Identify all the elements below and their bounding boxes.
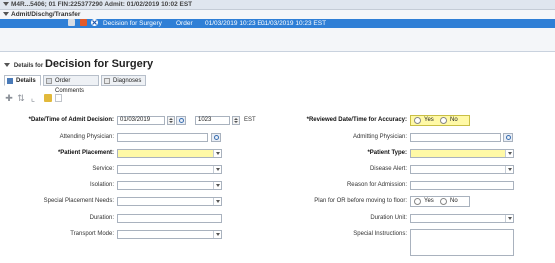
calendar-icon[interactable] — [176, 116, 186, 125]
isolation-label: Isolation: — [89, 182, 114, 188]
collapse-icon[interactable] — [3, 2, 9, 7]
details-header: Details for Decision for Surgery — [4, 57, 153, 71]
duration-field[interactable] — [117, 214, 222, 223]
order-name: Decision for Surgery — [103, 20, 162, 27]
no-label: No — [450, 198, 458, 204]
chevron-down-icon[interactable] — [213, 231, 221, 238]
service-label: Service: — [92, 166, 114, 172]
document-icon — [68, 19, 75, 26]
chevron-down-icon[interactable] — [505, 215, 513, 222]
chevron-down-icon[interactable] — [213, 182, 221, 189]
time-zone: EST — [244, 117, 256, 123]
order-row-selected[interactable]: Decision for Surgery Order 01/03/2019 10… — [0, 19, 555, 28]
search-icon[interactable] — [503, 133, 513, 142]
chevron-down-icon[interactable] — [505, 150, 513, 157]
admit-date-field[interactable]: 01/03/2019 — [117, 116, 165, 125]
special-placement-select[interactable] — [117, 197, 222, 206]
reason-label: Reason for Admission: — [346, 182, 407, 188]
cancel-icon[interactable] — [91, 19, 98, 26]
duration-label: Duration: — [89, 215, 114, 221]
order-type: Order — [176, 20, 193, 27]
service-select[interactable] — [117, 165, 222, 174]
attending-field[interactable] — [117, 133, 208, 142]
disease-alert-select[interactable] — [410, 165, 514, 174]
chevron-down-icon[interactable] — [213, 198, 221, 205]
reviewed-yes-radio[interactable] — [414, 117, 421, 124]
special-placement-label: Special Placement Needs: — [43, 198, 114, 204]
split-icon[interactable]: ⇅ — [16, 93, 26, 103]
plan-or-no-radio[interactable] — [440, 198, 447, 205]
order-end: 01/03/2019 10:23 EST — [261, 20, 327, 27]
section-label: Admit/Dischg/Transfer — [11, 11, 81, 18]
duration-unit-label: Duration Unit: — [370, 215, 407, 221]
patient-type-select[interactable] — [410, 149, 514, 158]
flag-icon[interactable] — [44, 94, 52, 102]
order-header-area: M4R...5406; 01 FIN:225377290 Admit: 01/0… — [0, 0, 555, 52]
transport-label: Transport Mode: — [70, 231, 114, 237]
list-icon[interactable] — [55, 94, 62, 102]
date-spinner[interactable] — [167, 116, 175, 125]
chevron-down-icon[interactable] — [505, 166, 513, 173]
order-start: 01/03/2019 10:23 E... — [205, 20, 268, 27]
order-detail-form: *Date/Time of Admit Decision: 01/03/2019… — [0, 112, 555, 263]
patient-banner-text: M4R...5406; 01 FIN:225377290 Admit: 01/0… — [11, 1, 193, 8]
tab-diagnoses[interactable]: Diagnoses — [101, 75, 146, 86]
collapse-icon[interactable] — [4, 63, 10, 68]
duration-unit-select[interactable] — [410, 214, 514, 223]
patient-banner: M4R...5406; 01 FIN:225377290 Admit: 01/0… — [0, 0, 555, 10]
diagnoses-icon — [104, 78, 110, 84]
yes-label: Yes — [424, 198, 434, 204]
details-title: Decision for Surgery — [44, 58, 154, 70]
disease-alert-label: Disease Alert: — [369, 166, 407, 172]
reviewed-no-radio[interactable] — [440, 117, 447, 124]
reviewed-radio-group: Yes No — [410, 115, 470, 126]
chevron-down-icon[interactable] — [213, 150, 221, 157]
plan-or-label: Plan for OR before moving to floor: — [314, 198, 407, 204]
details-icon — [7, 78, 13, 84]
admit-time-field[interactable]: 1023 — [195, 116, 230, 125]
collapse-icon[interactable] — [3, 12, 9, 17]
search-icon[interactable] — [211, 133, 221, 142]
admitting-label: Admitting Physician: — [352, 134, 407, 140]
details-prefix: Details for — [13, 63, 44, 69]
isolation-select[interactable] — [117, 181, 222, 190]
placement-select[interactable] — [117, 149, 222, 158]
reason-field[interactable] — [410, 181, 514, 190]
tab-order-comments[interactable]: Order Comments — [43, 75, 99, 94]
section-header: Admit/Dischg/Transfer — [0, 10, 555, 19]
order-icon — [80, 19, 87, 26]
chevron-down-icon[interactable] — [213, 166, 221, 173]
time-spinner[interactable] — [232, 116, 240, 125]
special-instructions-field[interactable] — [410, 229, 514, 256]
reviewed-label: *Reviewed Date/Time for Accuracy: — [306, 117, 407, 123]
no-label: No — [450, 117, 458, 123]
placement-label: *Patient Placement: — [57, 150, 114, 156]
step-icon[interactable]: ⌞ — [28, 93, 38, 103]
yes-label: Yes — [424, 117, 434, 123]
attending-label: Attending Physician: — [59, 134, 114, 140]
patient-type-label: *Patient Type: — [367, 150, 407, 156]
plan-or-radio-group: Yes No — [410, 196, 470, 207]
special-instructions-label: Special Instructions: — [353, 231, 407, 237]
admit-decision-label: *Date/Time of Admit Decision: — [28, 117, 114, 123]
transport-select[interactable] — [117, 230, 222, 239]
admitting-field[interactable] — [410, 133, 501, 142]
comments-icon — [46, 78, 52, 84]
add-icon[interactable]: ✚ — [4, 93, 14, 103]
tab-details[interactable]: Details — [4, 75, 41, 86]
plan-or-yes-radio[interactable] — [414, 198, 421, 205]
